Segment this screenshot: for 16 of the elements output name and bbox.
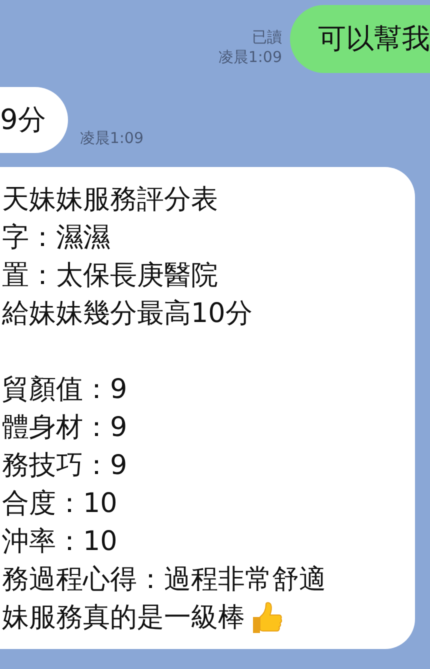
message-time: 凌晨1:09 (218, 47, 282, 67)
message-line: 妹服務真的是一級棒 (2, 601, 245, 635)
message-line: 沖率：10 (2, 525, 118, 559)
read-receipt: 已讀 (252, 27, 282, 47)
message-line: 務技巧：9 (2, 449, 128, 483)
message-line: 體身材：9 (2, 411, 128, 445)
message-line: 天妹妹服務評分表 (2, 183, 218, 217)
message-line: 貿顏值：9 (2, 373, 128, 407)
message-line: 置：太保長庚醫院 (2, 259, 218, 293)
message-time: 凌晨1:09 (80, 128, 144, 148)
sent-message-bubble: 可以幫我 (290, 5, 430, 73)
message-line: 務過程心得：過程非常舒適 (2, 563, 326, 597)
message-line: 合度：10 (2, 487, 118, 521)
message-line: 字：濕濕 (2, 221, 110, 255)
message-line: 給妹妹幾分最高10分 (2, 297, 252, 331)
received-message-bubble: 9分 (0, 87, 68, 153)
